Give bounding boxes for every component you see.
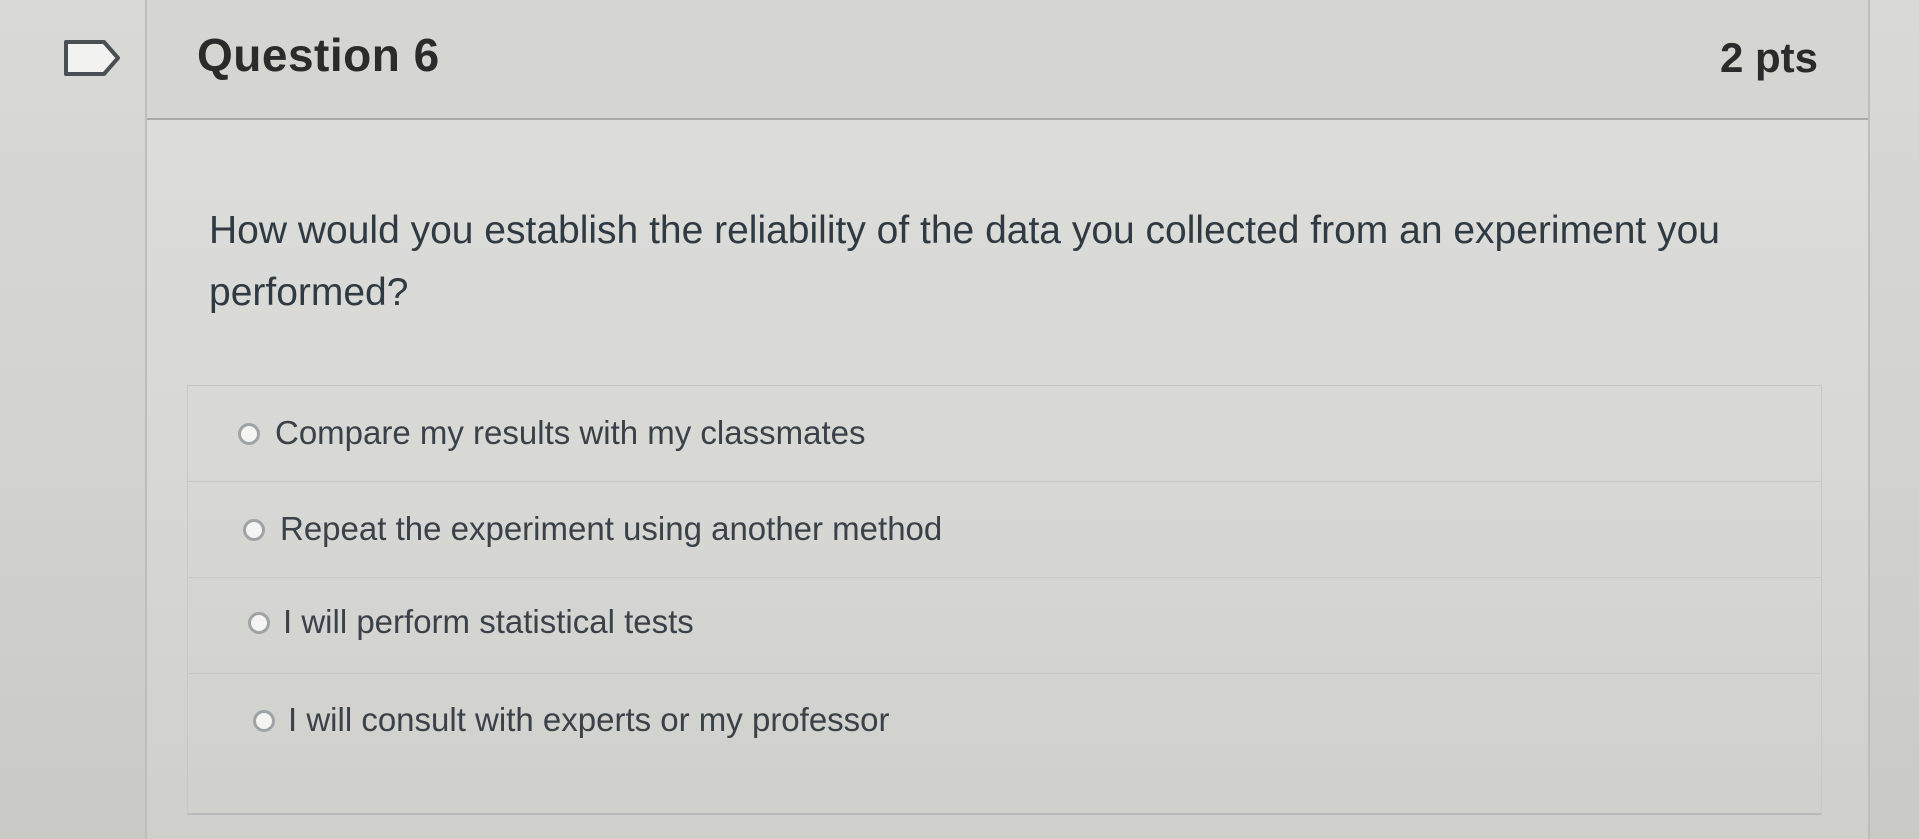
answer-list: Compare my results with my classmates Re…	[187, 385, 1822, 815]
answer-option-4[interactable]: I will consult with experts or my profes…	[188, 674, 1821, 770]
answer-label: I will perform statistical tests	[283, 603, 694, 640]
answer-label: I will consult with experts or my profes…	[288, 701, 890, 738]
radio-button[interactable]	[248, 612, 270, 634]
question-points: 2 pts	[1719, 34, 1818, 81]
question-header: Question 6 2 pts	[147, 0, 1868, 120]
answer-option-3[interactable]: I will perform statistical tests	[188, 578, 1821, 674]
answer-label: Repeat the experiment using another meth…	[280, 510, 943, 547]
answer-label: Compare my results with my classmates	[275, 414, 866, 451]
flag-question-button[interactable]	[62, 38, 124, 78]
question-text: How would you establish the reliability …	[209, 209, 1720, 314]
radio-button[interactable]	[253, 710, 275, 732]
flag-outline-icon	[64, 40, 120, 76]
question-card: Question 6 2 pts How would you establish…	[145, 0, 1870, 839]
radio-button[interactable]	[243, 519, 265, 541]
answer-option-2[interactable]: Repeat the experiment using another meth…	[188, 482, 1821, 578]
radio-button[interactable]	[238, 423, 260, 445]
question-title: Question 6	[197, 29, 440, 81]
answer-option-1[interactable]: Compare my results with my classmates	[188, 386, 1821, 482]
